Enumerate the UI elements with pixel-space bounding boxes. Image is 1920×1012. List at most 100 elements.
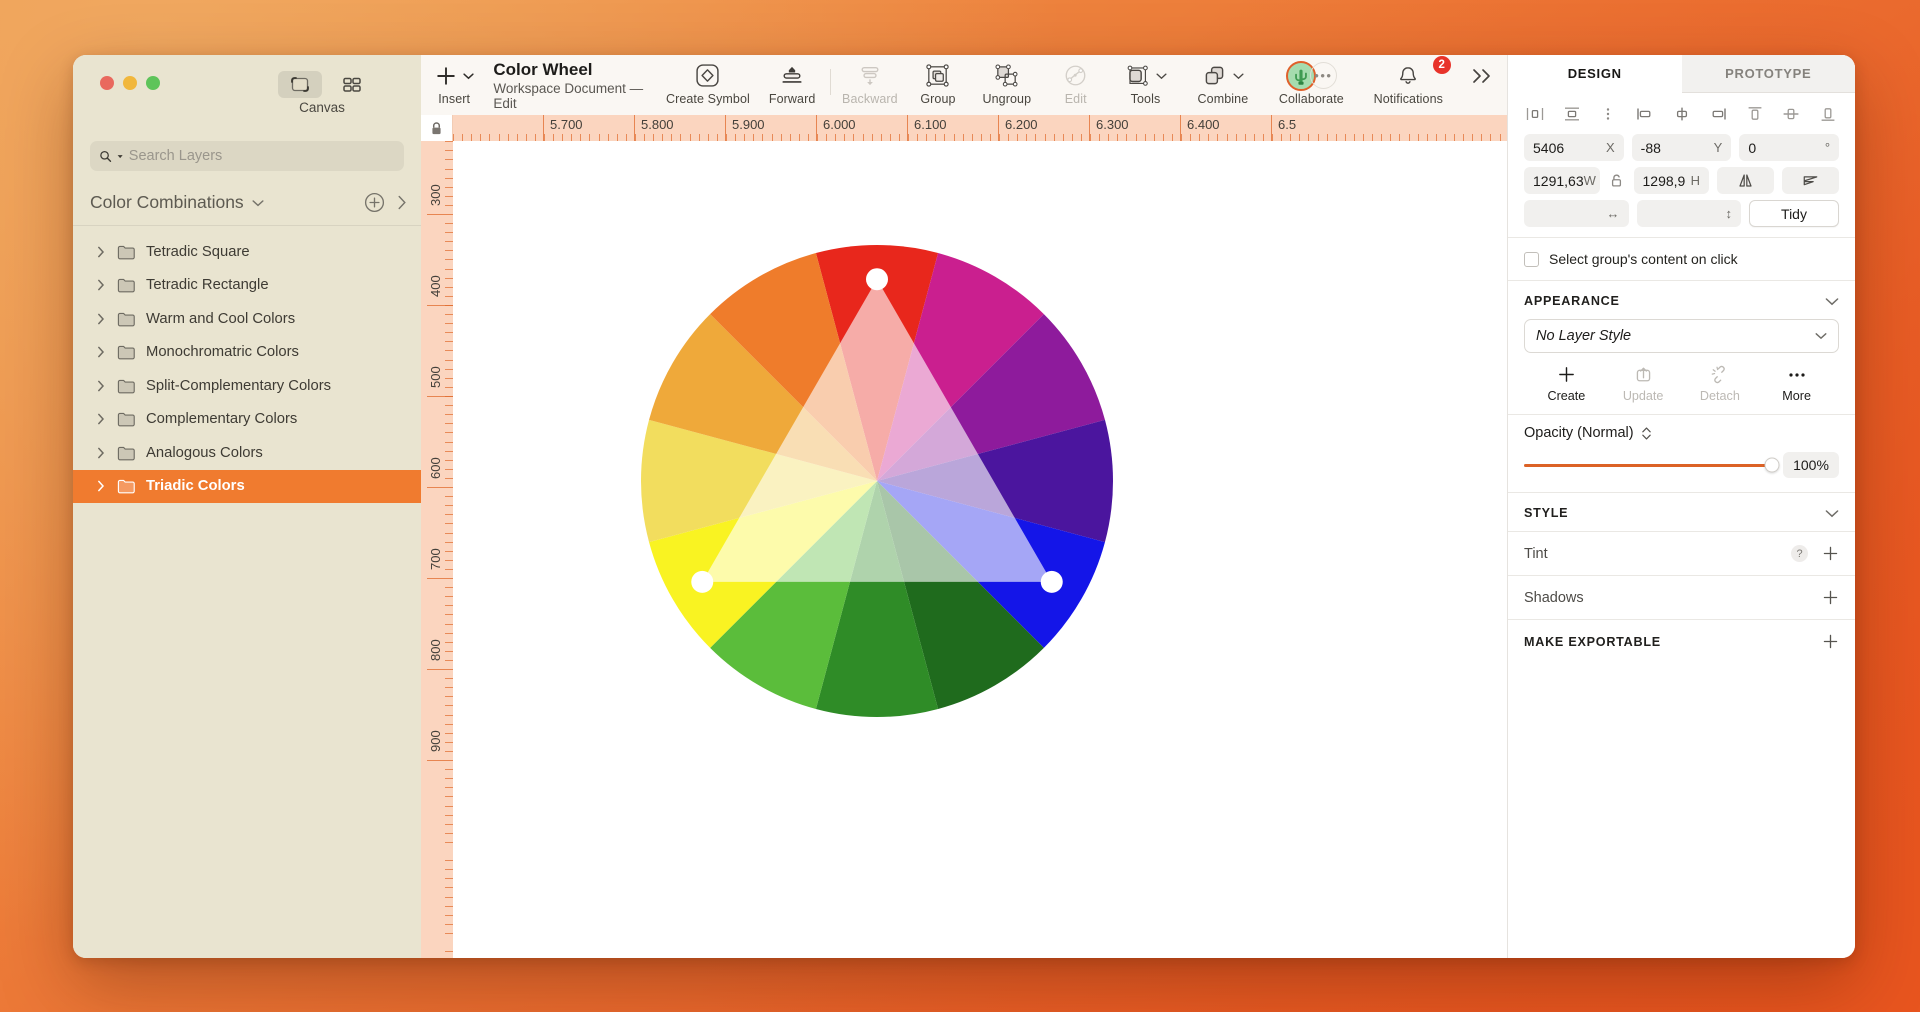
ruler-lock-button[interactable] (421, 115, 453, 141)
search-scope-chevron-icon[interactable] (117, 153, 123, 160)
align-left-icon[interactable] (1634, 103, 1656, 125)
disclosure-triangle-icon[interactable] (97, 380, 117, 392)
layer-row[interactable]: Triadic Colors (73, 470, 421, 504)
vertical-ruler[interactable]: 300400500600700800900 (421, 141, 453, 958)
align-middle-vertical-icon[interactable] (1780, 103, 1802, 125)
disclosure-triangle-icon[interactable] (97, 246, 117, 258)
toolbar-combine[interactable]: Combine (1182, 55, 1264, 115)
layer-row[interactable]: Tetradic Square (73, 235, 421, 269)
ruler-tick-minor (990, 134, 991, 141)
more-align-options-icon[interactable] (1597, 103, 1619, 125)
create-style-button[interactable]: Create (1528, 365, 1605, 403)
flip-vertical-button[interactable] (1782, 167, 1839, 194)
opacity-value[interactable]: 100% (1783, 452, 1839, 478)
align-top-icon[interactable] (1744, 103, 1766, 125)
toolbar-notifications[interactable]: 2 Notifications (1359, 55, 1458, 115)
align-right-icon[interactable] (1707, 103, 1729, 125)
toolbar-insert[interactable]: Insert (421, 55, 487, 115)
select-group-content-checkbox[interactable] (1524, 252, 1539, 267)
tidy-button[interactable]: Tidy (1749, 200, 1839, 227)
layer-row[interactable]: Split-Complementary Colors (73, 369, 421, 403)
chevron-down-icon[interactable] (1156, 72, 1167, 80)
minimize-window-button[interactable] (123, 76, 137, 90)
collapse-sidebar-button[interactable] (397, 195, 407, 210)
canvas-view-button[interactable] (278, 71, 322, 98)
opacity-slider-knob[interactable] (1765, 458, 1780, 473)
style-section-header[interactable]: STYLE (1508, 493, 1855, 531)
layer-row[interactable]: Monochromatric Colors (73, 336, 421, 370)
ruler-tick-minor (881, 134, 882, 141)
search-container (73, 141, 421, 171)
tab-design[interactable]: DESIGN (1508, 55, 1682, 93)
layer-row[interactable]: Analogous Colors (73, 436, 421, 470)
canvas[interactable] (453, 141, 1507, 958)
close-window-button[interactable] (100, 76, 114, 90)
appearance-section-header[interactable]: APPEARANCE (1508, 281, 1855, 319)
more-style-options-button[interactable]: More (1758, 365, 1835, 403)
toolbar-ungroup[interactable]: Ungroup (971, 55, 1042, 115)
y-position-field[interactable]: -88 Y (1632, 134, 1732, 161)
ruler-tick-minor (1490, 134, 1491, 141)
make-exportable-button[interactable] (1822, 633, 1839, 650)
collaborators-more-button[interactable]: ••• (1310, 62, 1337, 89)
add-tint-button[interactable] (1822, 545, 1839, 562)
chevron-down-icon[interactable] (1233, 72, 1244, 80)
search-input[interactable] (129, 148, 395, 164)
toolbar-forward[interactable]: Forward (758, 55, 826, 115)
color-handle-dot[interactable] (866, 268, 888, 290)
add-page-button[interactable] (364, 192, 385, 213)
color-handle-dot[interactable] (691, 571, 713, 593)
layer-style-select[interactable]: No Layer Style (1524, 319, 1839, 353)
tab-prototype[interactable]: PROTOTYPE (1682, 55, 1856, 93)
flip-horizontal-button[interactable] (1717, 167, 1774, 194)
layer-row[interactable]: Tetradic Rectangle (73, 269, 421, 303)
detach-style-button[interactable]: Detach (1682, 365, 1759, 403)
disclosure-triangle-icon[interactable] (97, 346, 117, 358)
width-field[interactable]: 1291,63 W (1524, 167, 1600, 194)
rotation-field[interactable]: 0 ° (1739, 134, 1839, 161)
disclosure-triangle-icon[interactable] (97, 480, 117, 492)
align-center-horizontal-icon[interactable] (1671, 103, 1693, 125)
zoom-window-button[interactable] (146, 76, 160, 90)
layer-row[interactable]: Warm and Cool Colors (73, 302, 421, 336)
opacity-slider[interactable] (1524, 464, 1772, 467)
toolbar-tools[interactable]: Tools (1109, 55, 1182, 115)
chevron-down-icon[interactable] (463, 72, 474, 80)
color-wheel-artboard[interactable] (453, 141, 1507, 958)
toolbar-edit[interactable]: Edit (1043, 55, 1109, 115)
color-handle-dot[interactable] (1041, 571, 1063, 593)
add-shadow-button[interactable] (1822, 589, 1839, 606)
folder-icon (117, 478, 146, 494)
height-field[interactable]: 1298,9 H (1634, 167, 1710, 194)
toolbar-group[interactable]: Group (905, 55, 971, 115)
ruler-tick-minor (717, 134, 718, 141)
layer-row[interactable]: Complementary Colors (73, 403, 421, 437)
plus-icon (1557, 365, 1576, 384)
x-position-field[interactable]: 5406 X (1524, 134, 1624, 161)
ruler-tick-minor (445, 742, 453, 743)
toolbar-backward[interactable]: Backward (835, 55, 905, 115)
toolbar-create-symbol[interactable]: Create Symbol (658, 55, 758, 115)
search-layers-field[interactable] (90, 141, 404, 171)
horizontal-ruler[interactable]: 5.7005.8005.9006.0006.1006.2006.3006.400… (453, 115, 1507, 141)
disclosure-triangle-icon[interactable] (97, 413, 117, 425)
disclosure-triangle-icon[interactable] (97, 279, 117, 291)
toolbar-collaborate[interactable]: ••• Collaborate (1264, 55, 1359, 115)
align-bottom-icon[interactable] (1817, 103, 1839, 125)
select-group-content-row[interactable]: Select group's content on click (1508, 238, 1855, 280)
distribute-horizontally-icon[interactable] (1524, 103, 1546, 125)
tint-help-icon[interactable]: ? (1791, 545, 1808, 562)
layers-panel-chevron-down-icon[interactable] (252, 199, 264, 207)
toolbar-overflow[interactable] (1458, 55, 1507, 115)
chevron-down-icon[interactable] (1825, 297, 1839, 306)
aspect-ratio-lock-button[interactable] (1608, 173, 1626, 188)
disclosure-triangle-icon[interactable] (97, 313, 117, 325)
disclosure-triangle-icon[interactable] (97, 447, 117, 459)
vertical-spacing-field[interactable]: ↕ (1637, 200, 1742, 227)
blend-mode-stepper-icon[interactable] (1641, 426, 1652, 441)
update-style-button[interactable]: Update (1605, 365, 1682, 403)
distribute-vertically-icon[interactable] (1561, 103, 1583, 125)
horizontal-spacing-field[interactable]: ↔ (1524, 200, 1629, 227)
chevron-down-icon[interactable] (1825, 509, 1839, 518)
grid-view-button[interactable] (330, 71, 374, 98)
